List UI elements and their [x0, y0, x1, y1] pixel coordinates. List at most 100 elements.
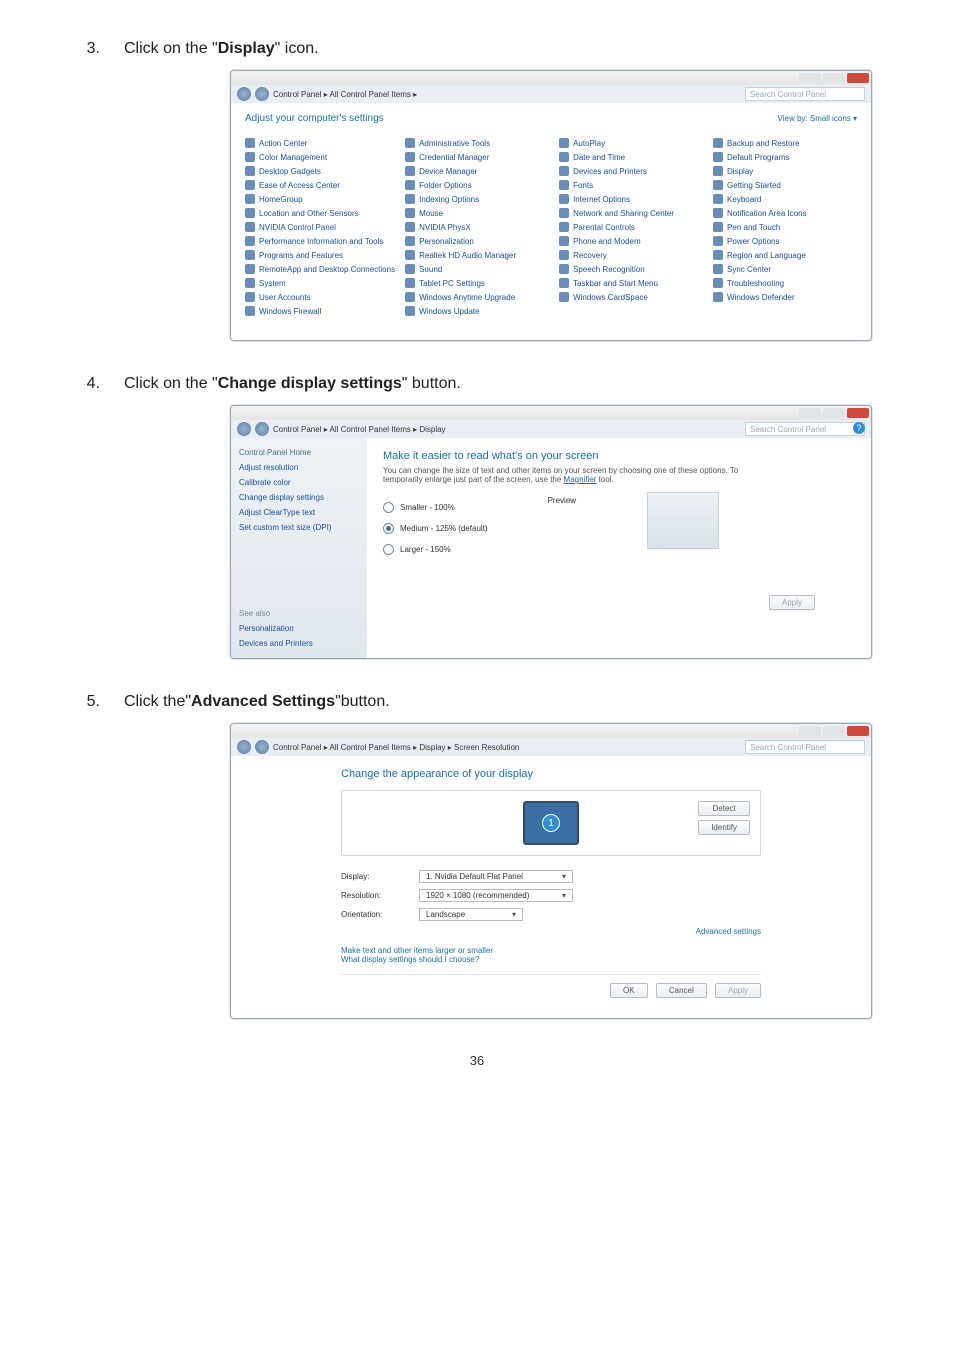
- cp-item[interactable]: Folder Options: [405, 180, 549, 190]
- cp-item[interactable]: AutoPlay: [559, 138, 703, 148]
- forward-icon[interactable]: [255, 87, 269, 101]
- back-icon[interactable]: [237, 740, 251, 754]
- close-icon[interactable]: [847, 73, 869, 83]
- cp-item[interactable]: Parental Controls: [559, 222, 703, 232]
- sidebar-item-calibrate-color[interactable]: Calibrate color: [239, 478, 359, 487]
- sidebar-item-adjust-resolution[interactable]: Adjust resolution: [239, 463, 359, 472]
- help-icon[interactable]: ?: [853, 422, 865, 434]
- cp-item[interactable]: Windows Defender: [713, 292, 857, 302]
- cp-item[interactable]: Network and Sharing Center: [559, 208, 703, 218]
- cp-item[interactable]: Getting Started: [713, 180, 857, 190]
- minimize-icon[interactable]: [799, 408, 821, 418]
- radio-larger[interactable]: Larger - 150%: [383, 544, 488, 555]
- cp-item[interactable]: Phone and Modem: [559, 236, 703, 246]
- detect-button[interactable]: Detect: [698, 801, 750, 816]
- radio-smaller[interactable]: Smaller - 100%: [383, 502, 488, 513]
- cp-item[interactable]: Notification Area Icons: [713, 208, 857, 218]
- cp-item[interactable]: Color Management: [245, 152, 395, 162]
- identify-button[interactable]: Identify: [698, 820, 750, 835]
- breadcrumb[interactable]: Control Panel ▸ All Control Panel Items …: [273, 90, 417, 99]
- close-icon[interactable]: [847, 726, 869, 736]
- back-icon[interactable]: [237, 87, 251, 101]
- make-text-larger-link[interactable]: Make text and other items larger or smal…: [341, 946, 493, 955]
- cp-item[interactable]: HomeGroup: [245, 194, 395, 204]
- cp-item[interactable]: NVIDIA Control Panel: [245, 222, 395, 232]
- cp-item[interactable]: Windows Anytime Upgrade: [405, 292, 549, 302]
- cp-item[interactable]: Speech Recognition: [559, 264, 703, 274]
- sidebar-home[interactable]: Control Panel Home: [239, 448, 359, 457]
- cp-item[interactable]: Troubleshooting: [713, 278, 857, 288]
- cp-item[interactable]: Performance Information and Tools: [245, 236, 395, 246]
- forward-icon[interactable]: [255, 740, 269, 754]
- magnifier-link[interactable]: Magnifier: [564, 475, 597, 484]
- minimize-icon[interactable]: [799, 73, 821, 83]
- cp-item[interactable]: Recovery: [559, 250, 703, 260]
- cp-item[interactable]: Fonts: [559, 180, 703, 190]
- cp-item[interactable]: Windows Firewall: [245, 306, 395, 316]
- cp-item[interactable]: Display: [713, 166, 857, 176]
- cp-item[interactable]: Region and Language: [713, 250, 857, 260]
- sidebar-item-custom-dpi[interactable]: Set custom text size (DPI): [239, 523, 359, 532]
- cp-item[interactable]: Credential Manager: [405, 152, 549, 162]
- search-input[interactable]: Search Control Panel: [745, 87, 865, 101]
- monitor-icon[interactable]: 1: [523, 801, 579, 845]
- cp-item[interactable]: Sync Center: [713, 264, 857, 274]
- breadcrumb[interactable]: Control Panel ▸ All Control Panel Items …: [273, 425, 446, 434]
- cp-item[interactable]: Realtek HD Audio Manager: [405, 250, 549, 260]
- display-select[interactable]: 1. Nvidia Default Flat Panel: [419, 870, 573, 883]
- cp-item[interactable]: Action Center: [245, 138, 395, 148]
- close-icon[interactable]: [847, 408, 869, 418]
- maximize-icon[interactable]: [823, 408, 845, 418]
- search-input[interactable]: Search Control Panel: [745, 740, 865, 754]
- cp-item[interactable]: RemoteApp and Desktop Connections: [245, 264, 395, 274]
- sidebar-item-change-display-settings[interactable]: Change display settings: [239, 493, 359, 502]
- cp-item[interactable]: Taskbar and Start Menu: [559, 278, 703, 288]
- cp-item-icon: [713, 264, 723, 274]
- cp-item[interactable]: User Accounts: [245, 292, 395, 302]
- cp-item[interactable]: System: [245, 278, 395, 288]
- apply-button[interactable]: Apply: [715, 983, 761, 998]
- cp-item-icon: [559, 222, 569, 232]
- cp-item[interactable]: Indexing Options: [405, 194, 549, 204]
- cp-item[interactable]: Desktop Gadgets: [245, 166, 395, 176]
- view-by[interactable]: View by: Small icons ▾: [778, 114, 857, 123]
- cp-item[interactable]: Default Programs: [713, 152, 857, 162]
- forward-icon[interactable]: [255, 422, 269, 436]
- search-input[interactable]: Search Control Panel: [745, 422, 865, 436]
- breadcrumb[interactable]: Control Panel ▸ All Control Panel Items …: [273, 743, 519, 752]
- cp-item[interactable]: Windows Update: [405, 306, 549, 316]
- maximize-icon[interactable]: [823, 73, 845, 83]
- cp-item[interactable]: Power Options: [713, 236, 857, 246]
- cp-item[interactable]: Sound: [405, 264, 549, 274]
- cp-item[interactable]: Devices and Printers: [559, 166, 703, 176]
- advanced-settings-link[interactable]: Advanced settings: [696, 927, 761, 936]
- cp-item[interactable]: Personalization: [405, 236, 549, 246]
- cp-item[interactable]: Device Manager: [405, 166, 549, 176]
- ok-button[interactable]: OK: [610, 983, 648, 998]
- see-also-personalization[interactable]: Personalization: [239, 624, 359, 633]
- which-settings-link[interactable]: What display settings should I choose?: [341, 955, 479, 964]
- maximize-icon[interactable]: [823, 726, 845, 736]
- back-icon[interactable]: [237, 422, 251, 436]
- cp-item[interactable]: Administrative Tools: [405, 138, 549, 148]
- cp-item[interactable]: NVIDIA PhysX: [405, 222, 549, 232]
- cp-item[interactable]: Programs and Features: [245, 250, 395, 260]
- orientation-select[interactable]: Landscape: [419, 908, 523, 921]
- sidebar-item-cleartype[interactable]: Adjust ClearType text: [239, 508, 359, 517]
- cp-item[interactable]: Backup and Restore: [713, 138, 857, 148]
- resolution-select[interactable]: 1920 × 1080 (recommended): [419, 889, 573, 902]
- cp-item[interactable]: Date and Time: [559, 152, 703, 162]
- cp-item[interactable]: Pen and Touch: [713, 222, 857, 232]
- cancel-button[interactable]: Cancel: [656, 983, 707, 998]
- cp-item[interactable]: Internet Options: [559, 194, 703, 204]
- see-also-devices[interactable]: Devices and Printers: [239, 639, 359, 648]
- cp-item[interactable]: Ease of Access Center: [245, 180, 395, 190]
- minimize-icon[interactable]: [799, 726, 821, 736]
- cp-item[interactable]: Keyboard: [713, 194, 857, 204]
- cp-item[interactable]: Windows CardSpace: [559, 292, 703, 302]
- cp-item[interactable]: Location and Other Sensors: [245, 208, 395, 218]
- apply-button[interactable]: Apply: [769, 595, 815, 610]
- cp-item[interactable]: Mouse: [405, 208, 549, 218]
- cp-item[interactable]: Tablet PC Settings: [405, 278, 549, 288]
- radio-medium[interactable]: Medium - 125% (default): [383, 523, 488, 534]
